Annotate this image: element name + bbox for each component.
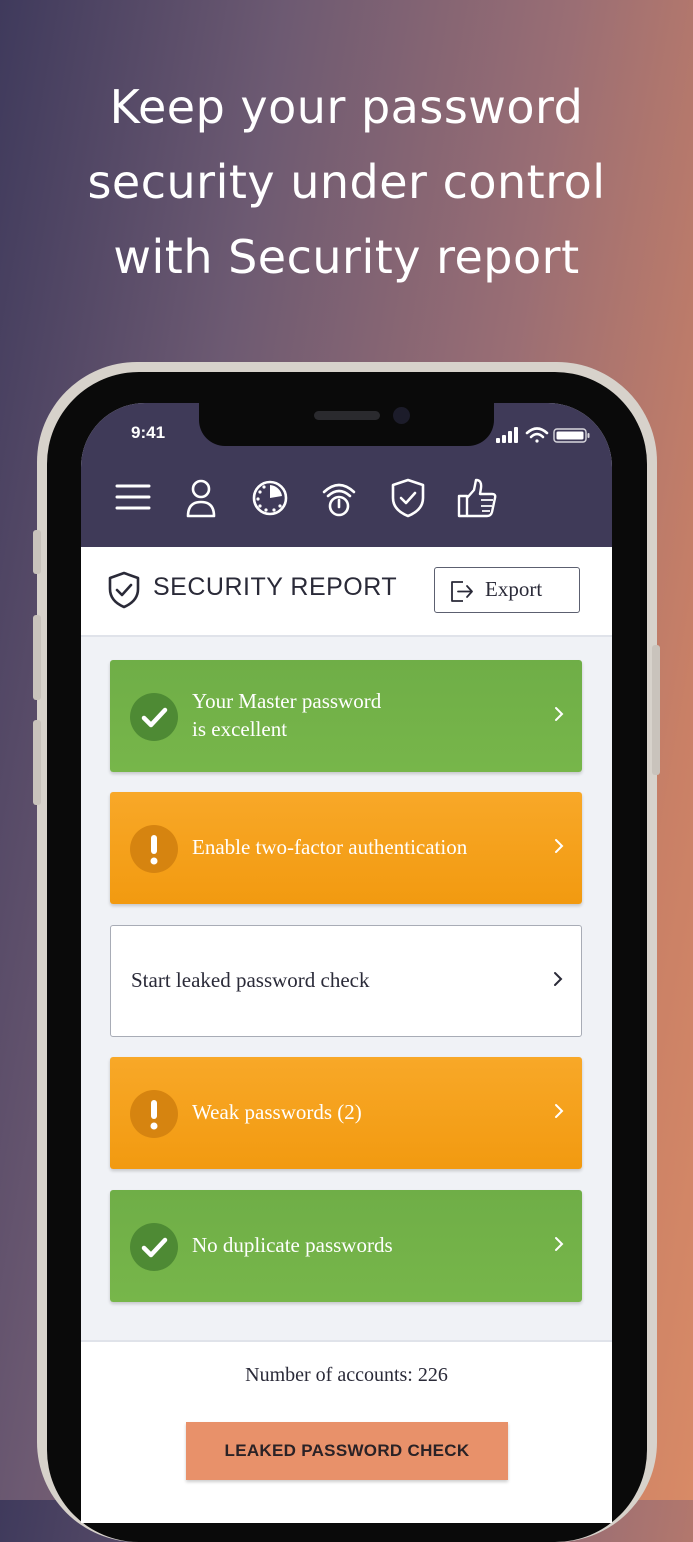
wifi-icon: [525, 427, 549, 443]
status-time: 9:41: [131, 423, 166, 442]
chevron-right-icon: [555, 1237, 564, 1251]
phone-volume-down-button: [33, 720, 41, 805]
dashboard-icon[interactable]: [248, 476, 292, 520]
accounts-count: Number of accounts: 226: [245, 1364, 448, 1386]
battery-icon: [553, 428, 590, 443]
export-button[interactable]: Export: [434, 567, 580, 613]
exclamation-icon: [130, 825, 178, 873]
leaked-password-check-label: LEAKED PASSWORD CHECK: [224, 1441, 470, 1460]
shield-check-icon: [108, 571, 140, 609]
thumbs-up-icon[interactable]: [455, 476, 499, 520]
two-factor-card[interactable]: Enable two-factor authentication: [110, 792, 582, 904]
page-title: SECURITY REPORT: [153, 573, 398, 601]
card-label-line-2: is excellent: [192, 717, 288, 741]
card-label: Start leaked password check: [131, 968, 370, 992]
chevron-right-icon: [555, 707, 564, 721]
profile-icon[interactable]: [179, 476, 223, 520]
check-icon: [130, 1223, 178, 1271]
card-label: No duplicate passwords: [192, 1233, 393, 1257]
report-footer: Number of accounts: 226 LEAKED PASSWORD …: [81, 1340, 612, 1523]
chevron-right-icon: [555, 1104, 564, 1118]
signal-icon: [496, 427, 518, 443]
chevron-right-icon: [554, 972, 563, 986]
check-icon: [130, 693, 178, 741]
fingerprint-icon[interactable]: [317, 476, 361, 520]
export-label: Export: [485, 577, 543, 601]
phone-power-button: [652, 645, 660, 775]
card-label: Your Master password is excellent: [192, 687, 381, 743]
nav-icon-bar: [111, 476, 511, 520]
marketing-headline: Keep your password security under contro…: [0, 70, 693, 295]
shield-icon[interactable]: [386, 476, 430, 520]
menu-icon[interactable]: [111, 476, 155, 520]
card-label: Weak passwords (2): [192, 1100, 362, 1124]
headline-line-1: Keep your password: [109, 80, 584, 134]
leaked-password-check-button[interactable]: LEAKED PASSWORD CHECK: [186, 1422, 508, 1480]
chevron-right-icon: [555, 839, 564, 853]
export-icon: [451, 581, 473, 602]
phone-volume-up-button: [33, 615, 41, 700]
card-label-line-1: Your Master password: [192, 689, 382, 713]
headline-line-3: with Security report: [113, 230, 580, 284]
phone-notch: [199, 403, 494, 446]
master-password-card[interactable]: Your Master password is excellent: [110, 660, 582, 772]
security-report-header: SECURITY REPORT Export: [81, 547, 612, 637]
speaker-grille: [314, 411, 380, 420]
status-icons: [496, 427, 590, 443]
duplicate-passwords-card[interactable]: No duplicate passwords: [110, 1190, 582, 1302]
leaked-check-card[interactable]: Start leaked password check: [110, 925, 582, 1037]
front-camera: [393, 407, 410, 424]
card-label: Enable two-factor authentication: [192, 835, 468, 859]
top-bar: 9:41: [81, 403, 612, 547]
app-screen: 9:41 SECURITY REPORT Export Your Master …: [81, 403, 612, 1523]
phone-side-button: [33, 530, 41, 574]
weak-passwords-card[interactable]: Weak passwords (2): [110, 1057, 582, 1169]
exclamation-icon: [130, 1090, 178, 1138]
headline-line-2: security under control: [87, 155, 606, 209]
